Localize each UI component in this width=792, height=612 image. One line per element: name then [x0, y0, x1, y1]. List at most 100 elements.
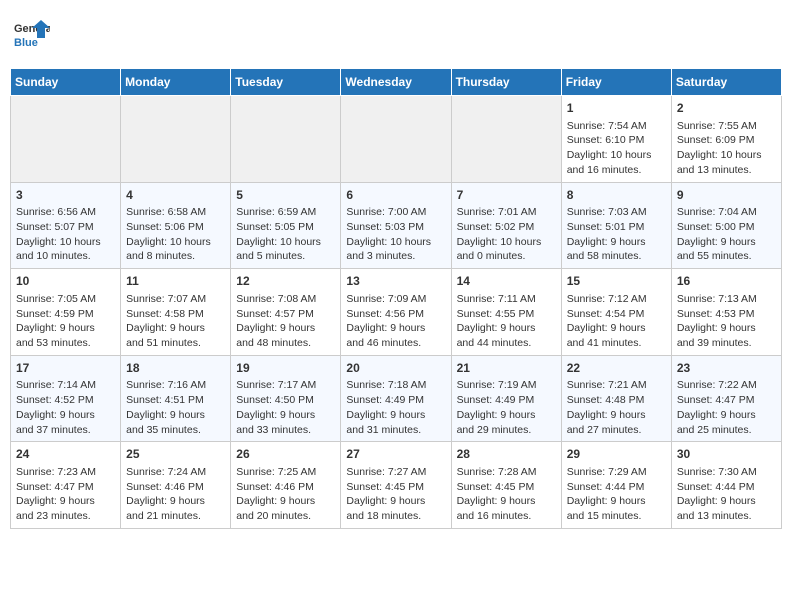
- logo: General Blue: [14, 18, 50, 54]
- calendar-cell: 8 Sunrise: 7:03 AM Sunset: 5:01 PM Daylig…: [561, 182, 671, 269]
- day-info: Sunrise: 7:28 AM Sunset: 4:45 PM Dayligh…: [457, 466, 537, 522]
- calendar-cell: 11 Sunrise: 7:07 AM Sunset: 4:58 PM Dayli…: [121, 269, 231, 356]
- day-info: Sunrise: 7:55 AM Sunset: 6:09 PM Dayligh…: [677, 120, 762, 176]
- day-number: 20: [346, 360, 445, 377]
- day-number: 29: [567, 446, 666, 463]
- day-info: Sunrise: 7:12 AM Sunset: 4:54 PM Dayligh…: [567, 293, 647, 349]
- calendar-cell: 20Sunrise: 7:18 AM Sunset: 4:49 PM Dayli…: [341, 355, 451, 442]
- day-number: 24: [16, 446, 115, 463]
- day-number: 8: [567, 187, 666, 204]
- day-info: Sunrise: 7:03 AM Sunset: 5:01 PM Dayligh…: [567, 206, 647, 262]
- day-info: Sunrise: 7:27 AM Sunset: 4:45 PM Dayligh…: [346, 466, 426, 522]
- calendar-cell: 25 Sunrise: 7:24 AM Sunset: 4:46 PM Dayli…: [121, 442, 231, 529]
- day-info: Sunrise: 7:19 AM Sunset: 4:49 PM Dayligh…: [457, 379, 537, 435]
- column-header-monday: Monday: [121, 69, 231, 96]
- calendar-cell: 23 Sunrise: 7:22 AM Sunset: 4:47 PM Dayli…: [671, 355, 781, 442]
- calendar-cell: 26Sunrise: 7:25 AM Sunset: 4:46 PM Dayli…: [231, 442, 341, 529]
- day-info: Sunrise: 7:05 AM Sunset: 4:59 PM Dayligh…: [16, 293, 96, 349]
- calendar-cell: 10 Sunrise: 7:05 AM Sunset: 4:59 PM Dayli…: [11, 269, 121, 356]
- calendar-cell: [451, 96, 561, 183]
- day-number: 27: [346, 446, 445, 463]
- column-header-saturday: Saturday: [671, 69, 781, 96]
- week-row-1: 1 Sunrise: 7:54 AM Sunset: 6:10 PM Daylig…: [11, 96, 782, 183]
- calendar-cell: [11, 96, 121, 183]
- column-header-tuesday: Tuesday: [231, 69, 341, 96]
- calendar-cell: 30 Sunrise: 7:30 AM Sunset: 4:44 PM Dayli…: [671, 442, 781, 529]
- calendar-cell: 28 Sunrise: 7:28 AM Sunset: 4:45 PM Dayli…: [451, 442, 561, 529]
- day-number: 28: [457, 446, 556, 463]
- day-number: 16: [677, 273, 776, 290]
- day-number: 10: [16, 273, 115, 290]
- day-number: 22: [567, 360, 666, 377]
- day-info: Sunrise: 6:59 AM Sunset: 5:05 PM Dayligh…: [236, 206, 321, 262]
- logo-svg: General Blue: [14, 18, 50, 54]
- calendar-cell: 17Sunrise: 7:14 AM Sunset: 4:52 PM Dayli…: [11, 355, 121, 442]
- calendar-cell: 13 Sunrise: 7:09 AM Sunset: 4:56 PM Dayli…: [341, 269, 451, 356]
- day-info: Sunrise: 7:07 AM Sunset: 4:58 PM Dayligh…: [126, 293, 206, 349]
- day-info: Sunrise: 7:08 AM Sunset: 4:57 PM Dayligh…: [236, 293, 316, 349]
- day-number: 12: [236, 273, 335, 290]
- column-header-friday: Friday: [561, 69, 671, 96]
- calendar-cell: 4 Sunrise: 6:58 AM Sunset: 5:06 PM Daylig…: [121, 182, 231, 269]
- day-info: Sunrise: 7:54 AM Sunset: 6:10 PM Dayligh…: [567, 120, 652, 176]
- calendar-cell: [121, 96, 231, 183]
- day-number: 30: [677, 446, 776, 463]
- day-number: 25: [126, 446, 225, 463]
- day-number: 19: [236, 360, 335, 377]
- day-number: 2: [677, 100, 776, 117]
- week-row-5: 24 Sunrise: 7:23 AM Sunset: 4:47 PM Dayli…: [11, 442, 782, 529]
- calendar-cell: 24 Sunrise: 7:23 AM Sunset: 4:47 PM Dayli…: [11, 442, 121, 529]
- calendar-cell: 29 Sunrise: 7:29 AM Sunset: 4:44 PM Dayli…: [561, 442, 671, 529]
- day-number: 11: [126, 273, 225, 290]
- calendar-cell: 27 Sunrise: 7:27 AM Sunset: 4:45 PM Dayli…: [341, 442, 451, 529]
- calendar-cell: 9Sunrise: 7:04 AM Sunset: 5:00 PM Daylig…: [671, 182, 781, 269]
- calendar-cell: 21 Sunrise: 7:19 AM Sunset: 4:49 PM Dayli…: [451, 355, 561, 442]
- day-number: 14: [457, 273, 556, 290]
- calendar-cell: 1 Sunrise: 7:54 AM Sunset: 6:10 PM Daylig…: [561, 96, 671, 183]
- day-info: Sunrise: 7:29 AM Sunset: 4:44 PM Dayligh…: [567, 466, 647, 522]
- day-number: 17: [16, 360, 115, 377]
- day-info: Sunrise: 7:16 AM Sunset: 4:51 PM Dayligh…: [126, 379, 206, 435]
- day-info: Sunrise: 7:25 AM Sunset: 4:46 PM Dayligh…: [236, 466, 316, 522]
- week-row-4: 17Sunrise: 7:14 AM Sunset: 4:52 PM Dayli…: [11, 355, 782, 442]
- day-info: Sunrise: 7:09 AM Sunset: 4:56 PM Dayligh…: [346, 293, 426, 349]
- calendar-cell: 2 Sunrise: 7:55 AM Sunset: 6:09 PM Daylig…: [671, 96, 781, 183]
- calendar-cell: 18 Sunrise: 7:16 AM Sunset: 4:51 PM Dayli…: [121, 355, 231, 442]
- week-row-2: 3Sunrise: 6:56 AM Sunset: 5:07 PM Daylig…: [11, 182, 782, 269]
- day-info: Sunrise: 7:24 AM Sunset: 4:46 PM Dayligh…: [126, 466, 206, 522]
- day-info: Sunrise: 7:23 AM Sunset: 4:47 PM Dayligh…: [16, 466, 96, 522]
- day-number: 13: [346, 273, 445, 290]
- calendar-cell: [341, 96, 451, 183]
- day-number: 3: [16, 187, 115, 204]
- calendar: SundayMondayTuesdayWednesdayThursdayFrid…: [10, 68, 782, 529]
- calendar-cell: 19Sunrise: 7:17 AM Sunset: 4:50 PM Dayli…: [231, 355, 341, 442]
- calendar-cell: 5 Sunrise: 6:59 AM Sunset: 5:05 PM Daylig…: [231, 182, 341, 269]
- day-info: Sunrise: 7:22 AM Sunset: 4:47 PM Dayligh…: [677, 379, 757, 435]
- day-info: Sunrise: 7:04 AM Sunset: 5:00 PM Dayligh…: [677, 206, 757, 262]
- day-info: Sunrise: 7:13 AM Sunset: 4:53 PM Dayligh…: [677, 293, 757, 349]
- day-number: 5: [236, 187, 335, 204]
- day-number: 4: [126, 187, 225, 204]
- calendar-cell: 3Sunrise: 6:56 AM Sunset: 5:07 PM Daylig…: [11, 182, 121, 269]
- day-info: Sunrise: 7:30 AM Sunset: 4:44 PM Dayligh…: [677, 466, 757, 522]
- calendar-cell: 12 Sunrise: 7:08 AM Sunset: 4:57 PM Dayli…: [231, 269, 341, 356]
- calendar-cell: 6 Sunrise: 7:00 AM Sunset: 5:03 PM Daylig…: [341, 182, 451, 269]
- svg-text:Blue: Blue: [14, 37, 38, 49]
- day-number: 18: [126, 360, 225, 377]
- day-number: 21: [457, 360, 556, 377]
- calendar-cell: 22Sunrise: 7:21 AM Sunset: 4:48 PM Dayli…: [561, 355, 671, 442]
- calendar-cell: 16 Sunrise: 7:13 AM Sunset: 4:53 PM Dayli…: [671, 269, 781, 356]
- day-info: Sunrise: 6:58 AM Sunset: 5:06 PM Dayligh…: [126, 206, 211, 262]
- day-number: 6: [346, 187, 445, 204]
- column-header-thursday: Thursday: [451, 69, 561, 96]
- column-header-wednesday: Wednesday: [341, 69, 451, 96]
- day-info: Sunrise: 7:00 AM Sunset: 5:03 PM Dayligh…: [346, 206, 431, 262]
- day-info: Sunrise: 7:01 AM Sunset: 5:02 PM Dayligh…: [457, 206, 542, 262]
- day-number: 1: [567, 100, 666, 117]
- week-row-3: 10 Sunrise: 7:05 AM Sunset: 4:59 PM Dayli…: [11, 269, 782, 356]
- day-number: 7: [457, 187, 556, 204]
- day-number: 23: [677, 360, 776, 377]
- column-header-sunday: Sunday: [11, 69, 121, 96]
- calendar-cell: 7 Sunrise: 7:01 AM Sunset: 5:02 PM Daylig…: [451, 182, 561, 269]
- calendar-header-row: SundayMondayTuesdayWednesdayThursdayFrid…: [11, 69, 782, 96]
